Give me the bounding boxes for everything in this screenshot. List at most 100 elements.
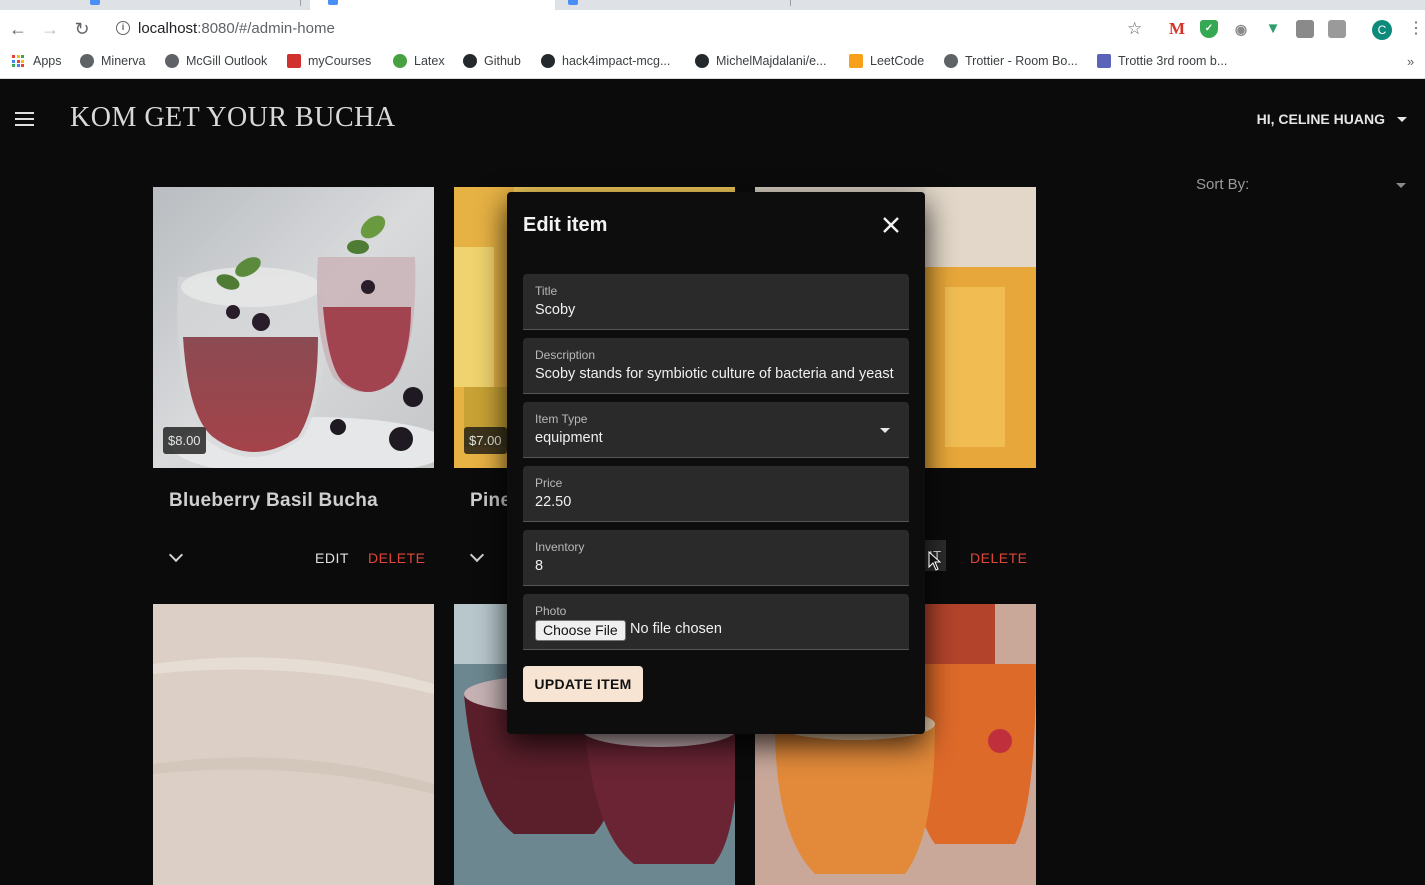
- bookmark-apps[interactable]: Apps: [12, 54, 62, 68]
- bookmark-star-icon[interactable]: ☆: [1127, 20, 1142, 37]
- delete-button[interactable]: DELETE: [970, 550, 1027, 566]
- globe-icon: [165, 54, 179, 68]
- delete-button[interactable]: DELETE: [368, 550, 425, 566]
- bookmarks-overflow-icon[interactable]: »: [1407, 54, 1414, 69]
- bookmark-trottie-3rd-room[interactable]: Trottie 3rd room b...: [1097, 54, 1227, 68]
- url-text[interactable]: localhost:8080/#/admin-home: [138, 20, 335, 37]
- apps-grid-icon: [12, 55, 24, 67]
- url-host: localhost: [138, 20, 198, 37]
- app-title: KOM GET YOUR BUCHA: [70, 102, 396, 133]
- github-icon: [463, 54, 477, 68]
- price-chip: $7.00: [464, 427, 507, 454]
- site-info-icon[interactable]: i: [116, 21, 130, 35]
- bookmark-hack4impact[interactable]: hack4impact-mcg...: [541, 54, 670, 68]
- bookmark-label: Github: [484, 54, 521, 68]
- profile-avatar[interactable]: C: [1372, 20, 1392, 40]
- chevron-down-icon[interactable]: [168, 547, 184, 563]
- active-tab[interactable]: [310, 0, 555, 10]
- forward-arrow-icon[interactable]: →: [39, 18, 61, 40]
- bookmarks-bar: Apps Minerva McGill Outlook myCourses La…: [0, 48, 1425, 79]
- chart-extension-icon[interactable]: [1328, 20, 1346, 38]
- gmail-extension-icon[interactable]: M: [1168, 20, 1186, 38]
- bookmark-label: McGill Outlook: [186, 54, 268, 68]
- bookmark-label: Latex: [414, 54, 445, 68]
- bookmark-trottier-room[interactable]: Trottier - Room Bo...: [944, 54, 1078, 68]
- caret-down-icon: [1396, 183, 1406, 188]
- tab-favicon: [90, 0, 100, 5]
- sort-by-label: Sort By:: [1196, 176, 1250, 193]
- reload-icon[interactable]: ↻: [71, 18, 93, 40]
- bookmark-label: hack4impact-mcg...: [562, 54, 671, 68]
- description-input[interactable]: Scoby stands for symbiotic culture of ba…: [535, 366, 897, 382]
- bookmark-latex[interactable]: Latex: [393, 54, 445, 68]
- product-image: $8.00: [153, 187, 434, 468]
- bookmark-label: Minerva: [101, 54, 146, 68]
- browser-tab-strip: [0, 0, 1425, 10]
- hamburger-menu-icon[interactable]: [15, 112, 34, 126]
- globe-icon: [80, 54, 94, 68]
- choose-file-button[interactable]: Choose File: [535, 620, 626, 641]
- user-greeting: HI, CELINE HUANG: [1256, 111, 1385, 127]
- user-menu[interactable]: HI, CELINE HUANG: [1257, 111, 1407, 127]
- bookmark-mcgill-outlook[interactable]: McGill Outlook: [165, 54, 267, 68]
- bookmark-mycourses[interactable]: myCourses: [287, 54, 371, 68]
- sort-by-select[interactable]: Sort By:: [1196, 176, 1406, 196]
- update-item-button[interactable]: UPDATE ITEM: [523, 666, 643, 702]
- tab-separator: [790, 0, 791, 6]
- github-icon: [695, 54, 709, 68]
- extension-icon[interactable]: [1296, 20, 1314, 38]
- description-field[interactable]: Description Scoby stands for symbiotic c…: [523, 338, 909, 394]
- card-title: Pine: [470, 490, 512, 511]
- dialog-title: Edit item: [523, 214, 608, 236]
- caret-down-icon[interactable]: [880, 428, 890, 433]
- bookmark-label: MichelMajdalani/e...: [716, 54, 827, 68]
- address-bar[interactable]: i localhost:8080/#/admin-home: [104, 14, 1154, 44]
- product-image: [153, 604, 434, 885]
- field-label: Title: [535, 284, 558, 298]
- mouse-cursor-icon: [928, 551, 942, 571]
- vue-devtools-icon[interactable]: ▼: [1264, 20, 1282, 38]
- tab-favicon: [328, 0, 338, 5]
- field-label: Description: [535, 348, 596, 362]
- item-type-select[interactable]: Item Type equipment: [523, 402, 909, 458]
- camera-extension-icon[interactable]: ◉: [1232, 20, 1250, 38]
- title-input[interactable]: Scoby: [535, 302, 897, 318]
- photo-field: Photo Choose File No file chosen: [523, 594, 909, 650]
- price-input[interactable]: 22.50: [535, 494, 897, 510]
- edit-item-dialog: Edit item Title Scoby Description Scoby …: [507, 192, 925, 734]
- browser-menu-icon[interactable]: ⋮: [1408, 19, 1424, 39]
- field-label: Inventory: [535, 540, 585, 554]
- item-type-value: equipment: [535, 430, 603, 446]
- github-icon: [541, 54, 555, 68]
- file-status: No file chosen: [630, 621, 722, 637]
- shield-extension-icon[interactable]: ✓: [1200, 20, 1218, 38]
- price-field[interactable]: Price 22.50: [523, 466, 909, 522]
- bookmark-minerva[interactable]: Minerva: [80, 54, 145, 68]
- bookmark-label: Trottie 3rd room b...: [1118, 54, 1228, 68]
- field-label: Photo: [535, 604, 567, 618]
- inventory-input[interactable]: 8: [535, 558, 897, 574]
- edit-button[interactable]: EDIT: [315, 550, 349, 566]
- tab-favicon: [568, 0, 578, 5]
- caret-down-icon: [1397, 116, 1407, 122]
- title-field[interactable]: Title Scoby: [523, 274, 909, 330]
- browser-toolbar: ← → ↻ i localhost:8080/#/admin-home ☆ M …: [0, 10, 1425, 48]
- bird-icon: [1097, 54, 1111, 68]
- chevron-down-icon[interactable]: [469, 547, 485, 563]
- brightspace-icon: [287, 54, 301, 68]
- bookmark-label: myCourses: [308, 54, 372, 68]
- overleaf-icon: [393, 54, 407, 68]
- bookmark-leetcode[interactable]: LeetCode: [849, 54, 924, 68]
- close-icon[interactable]: [881, 215, 901, 235]
- back-arrow-icon[interactable]: ←: [7, 18, 29, 40]
- bookmark-michelmajdalani[interactable]: MichelMajdalani/e...: [695, 54, 826, 68]
- field-label: Item Type: [535, 412, 588, 426]
- bookmark-github[interactable]: Github: [463, 54, 521, 68]
- inventory-field[interactable]: Inventory 8: [523, 530, 909, 586]
- leetcode-icon: [849, 54, 863, 68]
- price-chip: $8.00: [163, 427, 206, 454]
- bookmark-label: Apps: [33, 54, 62, 68]
- card-title: Blueberry Basil Bucha: [169, 490, 379, 511]
- globe-icon: [944, 54, 958, 68]
- url-path: :8080/#/admin-home: [197, 20, 335, 37]
